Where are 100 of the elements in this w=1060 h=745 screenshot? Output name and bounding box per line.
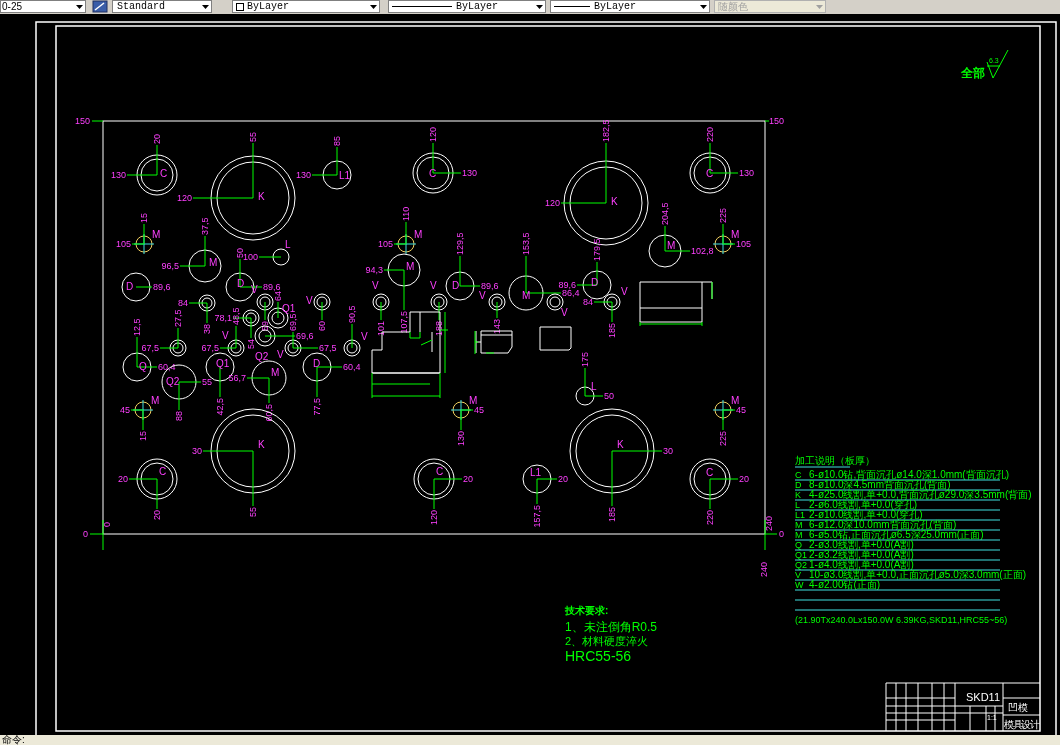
dimension-text: 225 (718, 207, 728, 223)
dimension-text: 240 (759, 562, 769, 578)
dimension-style-dropdown[interactable]: 0-25 (0, 0, 86, 13)
hole-circle (412, 152, 454, 194)
hole-circle (522, 464, 552, 494)
hole-label: L1 (339, 170, 351, 181)
table-cell: M (795, 530, 803, 540)
dimension-line (321, 301, 323, 321)
table-cell: 1-ø4.0线割,单+0.0(A割) (809, 559, 914, 570)
hole-label: L (591, 381, 597, 392)
caret-icon (700, 4, 707, 9)
dimension-text: 188 (434, 321, 444, 337)
hole-circle (242, 309, 260, 327)
dimension-text: 101 (376, 321, 386, 337)
hole-circle (122, 352, 152, 382)
hole-label: C (436, 466, 444, 477)
dimension-text: 59 (260, 321, 270, 331)
caret-icon (816, 4, 823, 9)
color-dropdown[interactable]: ByLayer (232, 0, 380, 13)
dimension-text: 120 (428, 126, 438, 142)
dimension-text: 69,6 (296, 331, 314, 341)
dimension-text: 129,5 (455, 232, 465, 255)
hole-label: M (731, 395, 740, 406)
dimension-text: 12,5 (132, 318, 142, 336)
table-cell: 2-ø10.0线割,单+0.0(穿孔) (809, 509, 923, 520)
hole-label: C (160, 168, 168, 179)
dimension-text: 225 (718, 431, 728, 447)
dimension-text: 60 (317, 321, 327, 331)
hole-label: M (469, 395, 478, 406)
table-summary: (21.90Tx240.0Lx150.0W 6.39KG,SKD11,HRC55~56) (795, 615, 1008, 625)
hole-label: M (152, 229, 161, 240)
hole-label: M (522, 290, 531, 301)
dimension-text: 27,5 (173, 309, 183, 327)
linetype-dropdown[interactable]: ByLayer (388, 0, 546, 13)
dimension-text: 30 (192, 446, 202, 456)
dimension-text: 86,4 (562, 288, 580, 298)
dimension-text: 150 (74, 116, 90, 126)
finish-label: 全部 (961, 66, 985, 80)
dimension-line (258, 256, 282, 258)
dimension-text: 42,5 (215, 398, 225, 416)
hole-label: Q1 (216, 358, 230, 369)
caret-icon (536, 4, 543, 9)
dimension-text: 37,5 (200, 217, 210, 235)
hole-circle (689, 458, 731, 500)
hole-label: V (306, 295, 313, 306)
dimension-text: 107,5 (399, 311, 409, 334)
dimension-line (219, 366, 221, 398)
dimension-text: 130 (456, 431, 466, 447)
dimension-line (380, 301, 382, 321)
dimension-text: 50 (235, 248, 245, 258)
dimension-text: 60,4 (343, 362, 361, 372)
line-sample-icon (554, 5, 590, 8)
dimension-text: 55 (202, 377, 212, 387)
dimension-text: 179,5 (592, 238, 602, 261)
table-cell: W (795, 580, 804, 590)
text-style-dropdown[interactable]: Standard (112, 0, 212, 13)
dimension-text: 130 (462, 168, 478, 178)
dimension-line (264, 301, 266, 321)
dimension-text: 50 (604, 391, 614, 401)
hole-label: V (561, 307, 568, 318)
table-cell: 2-ø6.0线割,单+0.0(穿孔) (809, 499, 918, 510)
hole-label: V (430, 280, 437, 291)
dimension-text: 85 (332, 136, 342, 146)
hole-label: L1 (530, 467, 542, 478)
hole-label: M (731, 229, 740, 240)
dimension-text: 15 (138, 431, 148, 441)
dimension-text: 89,6 (263, 282, 281, 292)
dimension-text: 60,5 (264, 404, 274, 422)
dimension-text: 204,5 (660, 202, 670, 225)
hole-circle (198, 294, 216, 312)
table-cell: 6-ø10.0钻,背面沉孔ø14.0深1.0mm(背面沉孔) (809, 469, 1010, 480)
table-cell: L1 (795, 510, 805, 520)
dimension-text: 120 (429, 510, 439, 526)
hole-label: V (251, 284, 258, 295)
dimension-text: 89,6 (153, 282, 171, 292)
dimension-text: 77,5 (312, 398, 322, 416)
dimension-text: 96,5 (161, 261, 179, 271)
text-style-icon[interactable] (92, 0, 108, 13)
table-cell: 10-ø3.0线割,单+0.0,正面沉孔ø5.0深3.0mm(正面) (809, 569, 1026, 580)
hole-label: V (621, 286, 628, 297)
table-cell: 4-ø25.0线割,单+0.0,背面沉孔ø29.0深3.5mm(背面) (809, 489, 1032, 500)
dimension-text: 120 (176, 193, 192, 203)
hole-label: M (209, 257, 218, 268)
hole-circle (689, 152, 731, 194)
dimension-text: 100 (242, 252, 258, 262)
hole-label: D (452, 280, 460, 291)
dimension-line (496, 301, 498, 319)
hole-label: V (361, 331, 368, 342)
hole-circle (136, 458, 178, 500)
caret-icon (76, 4, 83, 9)
lineweight-dropdown[interactable]: ByLayer (550, 0, 710, 13)
dimension-text: 67,5 (201, 343, 219, 353)
hole-label: Q1 (282, 303, 296, 314)
dimension-text: 15 (139, 213, 149, 223)
dimension-text: 45 (474, 405, 484, 415)
hole-circle (372, 293, 390, 311)
hole-label: K (617, 439, 624, 450)
dimension-text: 130 (110, 170, 126, 180)
caret-icon (202, 4, 209, 9)
hole-label: M (151, 395, 160, 406)
